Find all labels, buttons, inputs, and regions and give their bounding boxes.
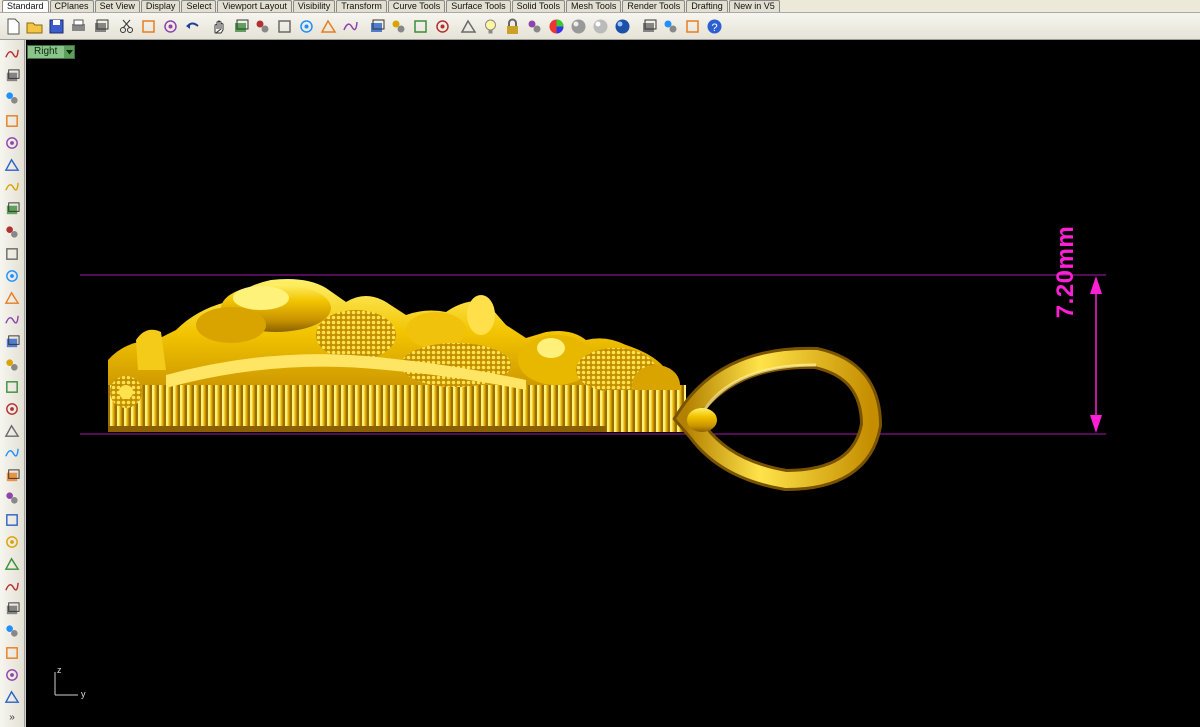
paste-icon[interactable] [160, 16, 180, 36]
box-solid-2-icon[interactable] [2, 687, 22, 707]
box-solid-icon[interactable] [2, 355, 22, 375]
pendant-model[interactable] [108, 279, 686, 432]
tab-visibility[interactable]: Visibility [292, 0, 336, 12]
viewport-menu-arrow-icon[interactable] [64, 46, 75, 58]
undo-icon[interactable] [182, 16, 202, 36]
pendant-bail[interactable] [672, 346, 883, 492]
tab-viewport-layout[interactable]: Viewport Layout [217, 0, 292, 12]
viewport-title-button[interactable]: Right [27, 45, 76, 59]
more-tools-chevron-icon[interactable]: » [9, 712, 15, 723]
four-viewports-icon[interactable] [366, 16, 386, 36]
select-arrow-icon[interactable] [2, 44, 22, 64]
lock-icon[interactable] [502, 16, 522, 36]
free-curve-icon[interactable] [2, 288, 22, 308]
blue-sphere-icon[interactable] [612, 16, 632, 36]
point-icon[interactable] [2, 66, 22, 86]
hide-icon[interactable] [458, 16, 478, 36]
dimension-icon[interactable] [2, 621, 22, 641]
options-gear-icon[interactable] [660, 16, 680, 36]
axis-indicator [54, 672, 78, 696]
tab-surface-tools[interactable]: Surface Tools [446, 0, 511, 12]
toolbar-tab-strip: Standard CPlanes Set View Display Select View… [0, 0, 1200, 13]
loft-icon[interactable] [2, 421, 22, 441]
pan-icon[interactable] [208, 16, 228, 36]
arc-icon[interactable] [2, 155, 22, 175]
properties-icon[interactable] [2, 665, 22, 685]
split-icon[interactable] [2, 488, 22, 508]
layer-icon[interactable] [524, 16, 544, 36]
grid-snap-icon[interactable] [682, 16, 702, 36]
group-icon[interactable] [2, 643, 22, 663]
zoom-dynamic-icon[interactable] [252, 16, 272, 36]
zoom-selected-icon[interactable] [318, 16, 338, 36]
dimension-label: 7.20mm [1052, 225, 1079, 319]
fillet-icon[interactable] [2, 554, 22, 574]
axis-y-label: y [81, 689, 86, 699]
model-scene[interactable] [26, 40, 1200, 727]
car-object-icon[interactable] [388, 16, 408, 36]
tab-drafting[interactable]: Drafting [686, 0, 728, 12]
color-wheel-icon[interactable] [546, 16, 566, 36]
text-icon[interactable] [2, 599, 22, 619]
polyline-icon[interactable] [2, 88, 22, 108]
paint-bucket-icon[interactable] [638, 16, 658, 36]
render-sphere-icon[interactable] [590, 16, 610, 36]
left-toolbar: » [0, 40, 25, 727]
curve-icon[interactable] [2, 111, 22, 131]
axis-z-label: z [57, 665, 62, 675]
rotate-camera-icon[interactable] [432, 16, 452, 36]
cylinder-icon[interactable] [2, 399, 22, 419]
tab-select[interactable]: Select [181, 0, 217, 12]
shade-sphere-icon[interactable] [568, 16, 588, 36]
rectangle-icon[interactable] [2, 222, 22, 242]
light-bulb-icon[interactable] [480, 16, 500, 36]
tab-curve-tools[interactable]: Curve Tools [387, 0, 446, 12]
dimension-annotation[interactable] [1090, 276, 1102, 433]
mesh-tools-icon[interactable] [2, 443, 22, 463]
zoom-extents-icon[interactable] [296, 16, 316, 36]
zoom-window-icon[interactable] [274, 16, 294, 36]
tab-render-tools[interactable]: Render Tools [622, 0, 686, 12]
tab-new-in-v5[interactable]: New in V5 [728, 0, 780, 12]
tab-solid-tools[interactable]: Solid Tools [511, 0, 565, 12]
boolean-icon[interactable] [2, 532, 22, 552]
standard-toolbar: ? [0, 13, 1200, 40]
tab-set-view[interactable]: Set View [94, 0, 140, 12]
open-file-icon[interactable] [24, 16, 44, 36]
arc-tool-icon[interactable] [2, 266, 22, 286]
circle-tool-icon[interactable] [2, 244, 22, 264]
svg-text:?: ? [711, 22, 717, 34]
import-icon[interactable] [90, 16, 110, 36]
extrude-icon[interactable] [2, 332, 22, 352]
copy-icon[interactable] [138, 16, 158, 36]
move-icon[interactable] [410, 16, 430, 36]
blend-icon[interactable] [2, 577, 22, 597]
trim-icon[interactable] [2, 510, 22, 530]
tab-cplanes[interactable]: CPlanes [49, 0, 94, 12]
undo-view-icon[interactable] [340, 16, 360, 36]
nurbs-surface-icon[interactable] [2, 310, 22, 330]
tab-transform[interactable]: Transform [336, 0, 387, 12]
viewport-right[interactable]: Right 7.20mm z y [26, 40, 1200, 727]
tab-standard[interactable]: Standard [2, 0, 49, 12]
print-icon[interactable] [68, 16, 88, 36]
tab-mesh-tools[interactable]: Mesh Tools [565, 0, 622, 12]
rotate-view-icon[interactable] [230, 16, 250, 36]
circle-icon[interactable] [2, 133, 22, 153]
ellipse-icon[interactable] [2, 177, 22, 197]
viewport-name[interactable]: Right [28, 46, 65, 58]
cut-icon[interactable] [116, 16, 136, 36]
help-icon[interactable]: ? [704, 16, 724, 36]
spheres-icon[interactable] [2, 377, 22, 397]
tab-display[interactable]: Display [140, 0, 181, 12]
polygon-curve-icon[interactable] [2, 199, 22, 219]
new-file-icon[interactable] [2, 16, 22, 36]
explode-icon[interactable] [2, 466, 22, 486]
save-icon[interactable] [46, 16, 66, 36]
